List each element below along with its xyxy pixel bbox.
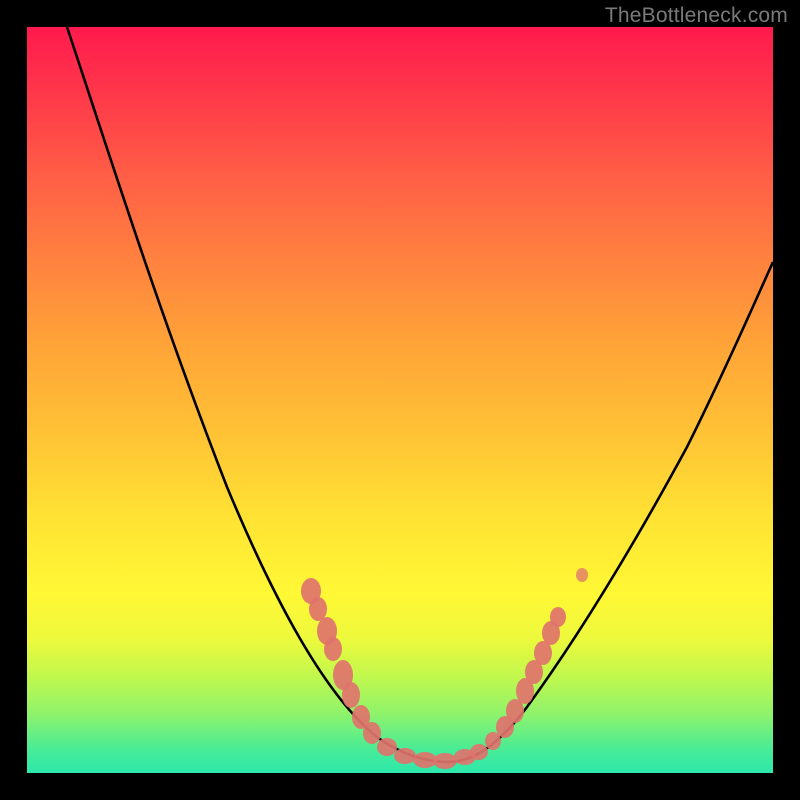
chart-frame: TheBottleneck.com (0, 0, 800, 800)
watermark-text: TheBottleneck.com (605, 4, 788, 28)
plot-area (27, 27, 773, 773)
marker-bottom-cluster (377, 738, 488, 769)
marker-right-cluster (485, 607, 566, 750)
bottleneck-curve (67, 27, 773, 762)
chart-svg (27, 27, 773, 773)
marker-stray (576, 568, 588, 582)
